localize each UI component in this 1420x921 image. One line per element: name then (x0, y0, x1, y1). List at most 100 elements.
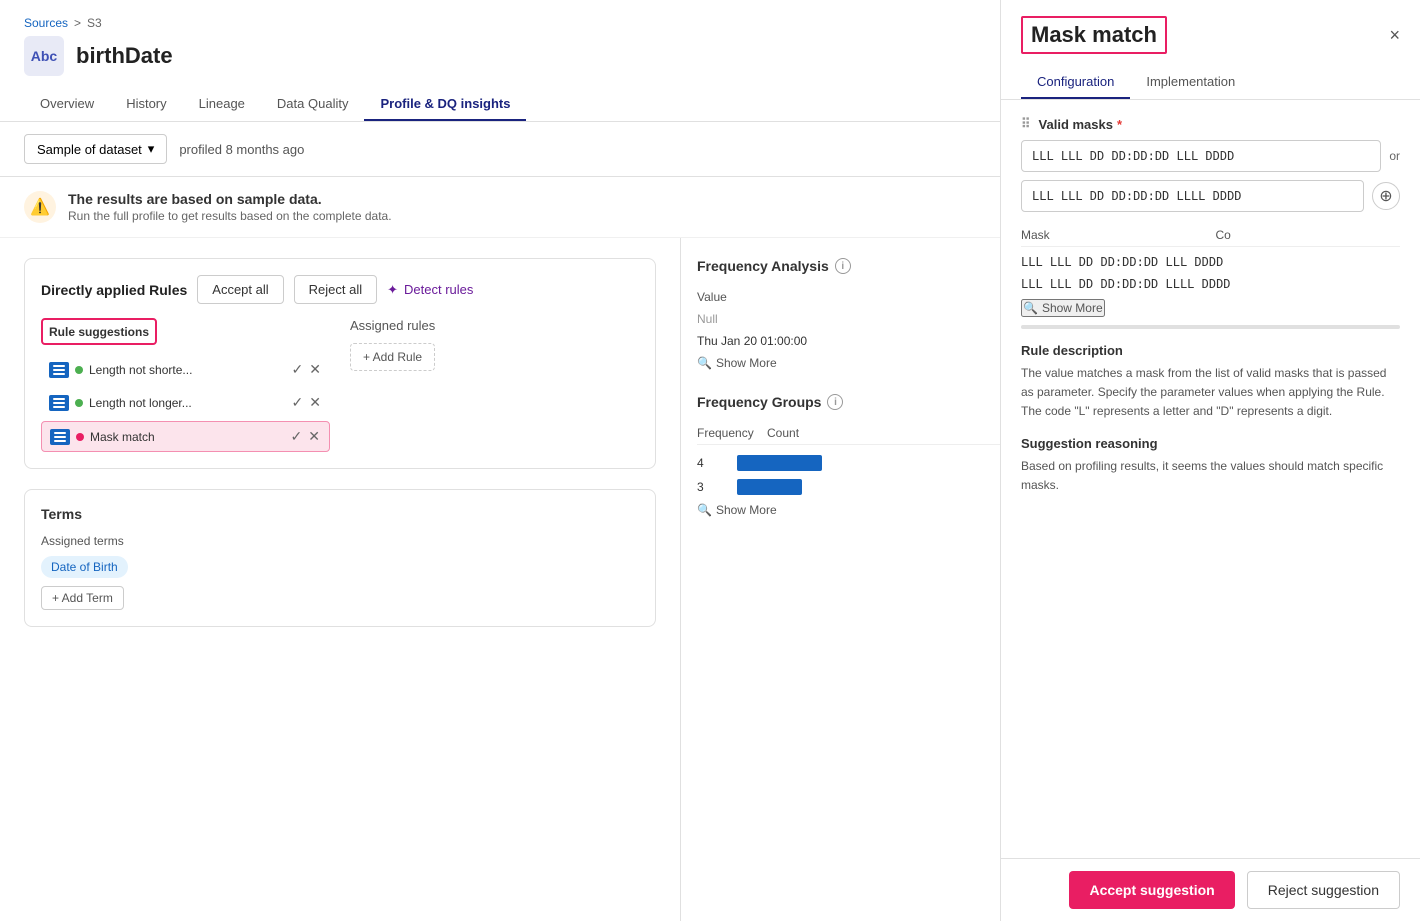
count-col-header: Count (767, 426, 799, 440)
search-icon-3: 🔍 (1023, 301, 1038, 315)
rule-suggestions-box: Rule suggestions (41, 318, 157, 345)
mask-col-header: Mask (1021, 228, 1206, 242)
rule-desc-title: Rule description (1021, 343, 1400, 358)
detect-rules-button[interactable]: ✦ Detect rules (387, 282, 473, 298)
search-icon: 🔍 (697, 356, 712, 370)
close-button[interactable]: × (1389, 25, 1400, 46)
accept-rule-button-3[interactable]: ✓ (290, 427, 304, 446)
term-tag: Date of Birth (41, 556, 128, 578)
assigned-terms-label: Assigned terms (41, 534, 639, 548)
rule-name-3: Mask match (90, 430, 284, 444)
rule-item-mask-match: Mask match ✓ ✕ (41, 421, 330, 452)
sparkle-icon: ✦ (387, 282, 398, 298)
freq-group-num-1: 4 (697, 456, 727, 470)
terms-section: Terms Assigned terms Date of Birth + Add… (24, 489, 656, 627)
tab-data-quality[interactable]: Data Quality (261, 88, 365, 121)
show-more-groups-button[interactable]: 🔍 Show More (697, 499, 777, 521)
accept-rule-button[interactable]: ✓ (291, 360, 305, 379)
freq-analysis-title: Frequency Analysis (697, 258, 829, 274)
sample-select[interactable]: Sample of dataset ▾ (24, 134, 167, 164)
reject-all-button[interactable]: Reject all (294, 275, 377, 304)
side-panel: Mask match × Configuration Implementatio… (1000, 0, 1420, 921)
reject-rule-button-2[interactable]: ✕ (308, 393, 322, 412)
rule-item-length-shorter: Length not shorte... ✓ ✕ (41, 355, 330, 384)
valid-masks-label: ⠿ Valid masks * (1021, 116, 1400, 132)
drag-icon: ⠿ (1021, 116, 1031, 132)
freq-bar-1 (737, 455, 822, 471)
accept-all-button[interactable]: Accept all (197, 275, 283, 304)
add-mask-button[interactable]: ⊕ (1372, 182, 1400, 210)
tab-configuration[interactable]: Configuration (1021, 66, 1130, 99)
rules-section: Directly applied Rules Accept all Reject… (24, 258, 656, 469)
warning-subtitle: Run the full profile to get results base… (68, 209, 392, 223)
freq-value-date: Thu Jan 20 01:00:00 (697, 334, 807, 348)
freq-groups-title: Frequency Groups (697, 394, 821, 410)
tab-lineage[interactable]: Lineage (183, 88, 261, 121)
mask-table-row-2: LLL LLL DD DD:DD:DD LLLL DDDD (1021, 273, 1400, 295)
side-panel-footer: Accept suggestion Reject suggestion (1001, 858, 1420, 921)
tab-profile-dq[interactable]: Profile & DQ insights (364, 88, 526, 121)
rule-name: Length not shorte... (89, 363, 285, 377)
breadcrumb-sep: > (74, 16, 81, 30)
add-term-button[interactable]: + Add Term (41, 586, 124, 610)
mask-table-row-1: LLL LLL DD DD:DD:DD LLL DDDD (1021, 251, 1400, 273)
assigned-rules-panel: Assigned rules + Add Rule (350, 318, 639, 452)
sources-link[interactable]: Sources (24, 16, 68, 30)
side-panel-title: Mask match (1021, 16, 1167, 54)
mask-input-row-2: ⊕ (1021, 180, 1400, 212)
reject-rule-button-3[interactable]: ✕ (307, 427, 321, 446)
rule-dot-2 (75, 399, 83, 407)
warning-icon: ⚠️ (24, 191, 56, 223)
chevron-down-icon: ▾ (148, 141, 155, 157)
accept-rule-button-2[interactable]: ✓ (291, 393, 305, 412)
rule-icon-2 (49, 395, 69, 411)
rule-desc-text: The value matches a mask from the list o… (1021, 364, 1400, 422)
tab-history[interactable]: History (110, 88, 182, 121)
rule-suggestions-panel: Rule suggestions (41, 318, 330, 452)
reject-suggestion-button[interactable]: Reject suggestion (1247, 871, 1400, 909)
rule-icon (49, 362, 69, 378)
mask-col-header-2: Co (1216, 228, 1401, 242)
rule-icon-3 (50, 429, 70, 445)
terms-title: Terms (41, 506, 639, 522)
suggestion-reasoning-text: Based on profiling results, it seems the… (1021, 457, 1400, 495)
search-icon-2: 🔍 (697, 503, 712, 517)
accept-suggestion-button[interactable]: Accept suggestion (1069, 871, 1234, 909)
profiled-label: profiled 8 months ago (179, 142, 304, 157)
mask-input-1[interactable] (1021, 140, 1381, 172)
mask-table: Mask Co LLL LLL DD DD:DD:DD LLL DDDD LLL… (1021, 224, 1400, 295)
rule-name-2: Length not longer... (89, 396, 285, 410)
tab-implementation[interactable]: Implementation (1130, 66, 1251, 99)
add-rule-button[interactable]: + Add Rule (350, 343, 435, 371)
rule-dot-3 (76, 433, 84, 441)
mask-input-row-1: or (1021, 140, 1400, 172)
side-panel-body: ⠿ Valid masks * or ⊕ Mask Co LLL LLL DD … (1001, 100, 1420, 858)
tab-overview[interactable]: Overview (24, 88, 110, 121)
rule-dot (75, 366, 83, 374)
info-icon-2: i (827, 394, 843, 410)
s3-link: S3 (87, 16, 102, 30)
mask-input-2[interactable] (1021, 180, 1364, 212)
or-text: or (1389, 149, 1400, 163)
rules-section-title: Directly applied Rules (41, 282, 187, 298)
field-type-icon: Abc (24, 36, 64, 76)
warning-title: The results are based on sample data. (68, 191, 392, 207)
freq-bar-2 (737, 479, 802, 495)
reject-rule-button[interactable]: ✕ (308, 360, 322, 379)
rule-description: Rule description The value matches a mas… (1021, 343, 1400, 422)
suggestion-reasoning: Suggestion reasoning Based on profiling … (1021, 436, 1400, 495)
gray-bar (1021, 325, 1400, 329)
side-panel-tabs: Configuration Implementation (1021, 66, 1400, 99)
show-more-freq-button[interactable]: 🔍 Show More (697, 352, 777, 374)
rule-item-length-longer: Length not longer... ✓ ✕ (41, 388, 330, 417)
info-icon: i (835, 258, 851, 274)
rule-suggestions-label: Rule suggestions (49, 325, 149, 339)
freq-value-null: Null (697, 312, 797, 326)
freq-group-num-2: 3 (697, 480, 727, 494)
suggestion-reasoning-title: Suggestion reasoning (1021, 436, 1400, 451)
show-more-masks-button[interactable]: 🔍 Show More (1021, 299, 1105, 317)
assigned-rules-label: Assigned rules (350, 318, 639, 333)
required-star: * (1117, 117, 1122, 132)
page-title: birthDate (76, 43, 173, 69)
freq-col-header: Frequency (697, 426, 757, 440)
